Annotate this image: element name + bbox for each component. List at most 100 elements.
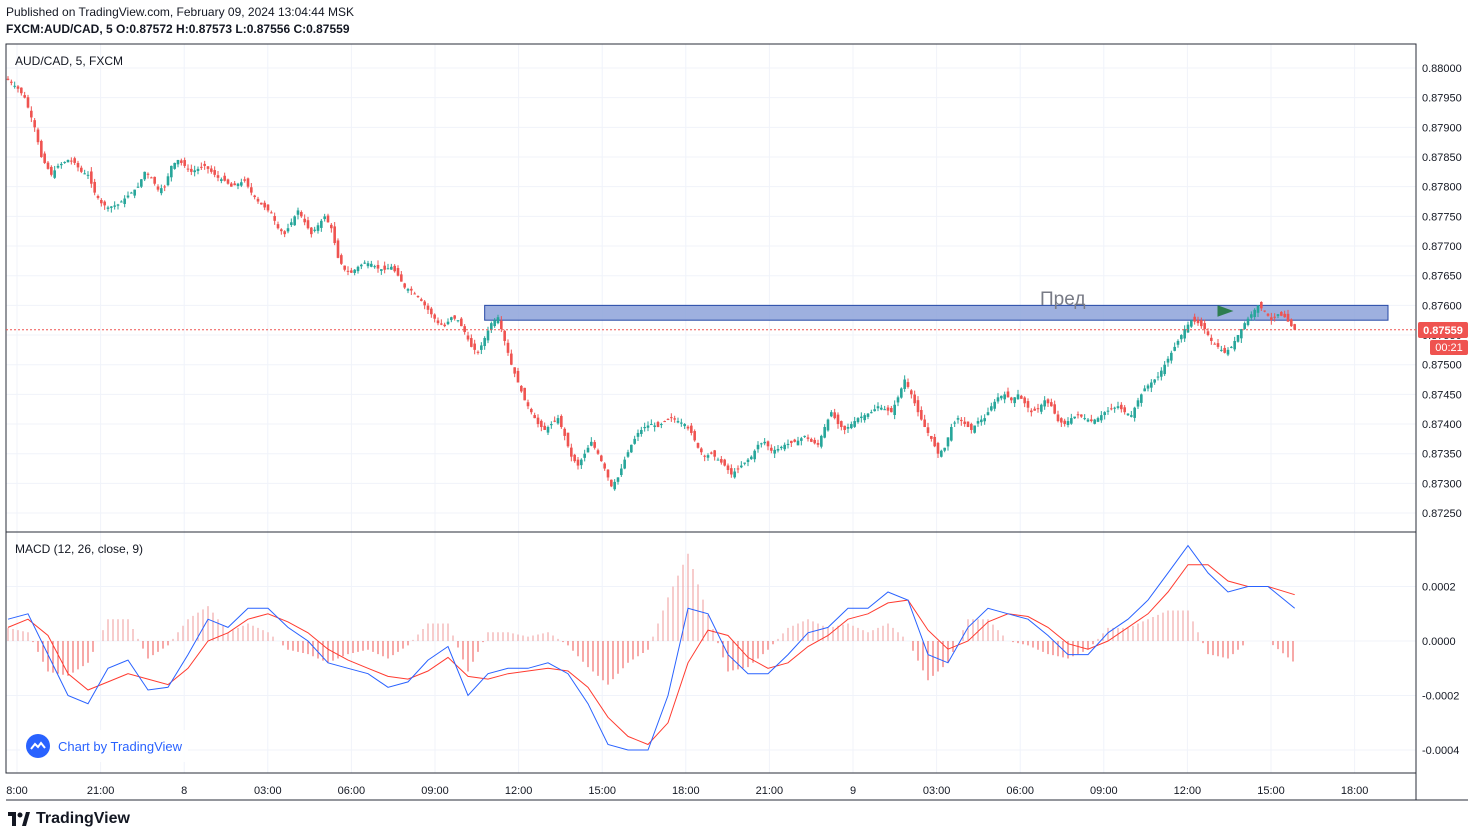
candle-body — [1076, 414, 1080, 416]
chart-canvas[interactable]: AUD/CAD, 5, FXCM MACD (12, 26, close, 9)… — [0, 0, 1474, 838]
candle-body — [910, 390, 913, 395]
candle-body — [810, 438, 813, 442]
candle-body — [1090, 419, 1093, 422]
candle-body — [133, 189, 136, 196]
candle-body — [170, 165, 173, 178]
candle-body — [936, 442, 940, 454]
candle-body — [1210, 337, 1213, 341]
candle-body — [20, 87, 23, 94]
candle-body — [593, 442, 596, 448]
candle-body — [1213, 343, 1216, 345]
candle-body — [1033, 408, 1036, 411]
candle-body — [846, 427, 850, 429]
candle-body — [986, 412, 990, 416]
candle-body — [1216, 343, 1220, 347]
candle-body — [76, 162, 80, 168]
candle-body — [420, 299, 423, 301]
candle-body — [873, 409, 876, 412]
candle-body — [260, 202, 263, 205]
candle-body — [603, 463, 606, 469]
candle-body — [743, 462, 746, 464]
macd-tick-label: 0.0002 — [1422, 582, 1456, 594]
candle-body — [290, 222, 293, 226]
candle-body — [466, 335, 470, 340]
candle-body — [1080, 414, 1083, 417]
candle-body — [786, 443, 790, 446]
price-tick-label: 0.87500 — [1422, 360, 1462, 372]
candle-body — [143, 171, 146, 180]
candle-body — [296, 210, 300, 215]
candle-body — [103, 201, 106, 206]
candle-body — [1093, 419, 1096, 424]
candle-body — [363, 262, 366, 264]
candle-body — [1013, 397, 1016, 404]
candle-body — [1136, 400, 1140, 407]
candle-body — [973, 425, 976, 433]
candle-body — [616, 477, 620, 482]
candle-body — [1193, 316, 1196, 322]
candle-body — [460, 318, 463, 327]
candle-body — [1196, 319, 1200, 324]
candle-body — [33, 120, 36, 128]
candle-body — [1146, 385, 1150, 389]
candle-body — [83, 173, 86, 175]
candle-body — [943, 447, 946, 451]
chart-by-tradingview-badge[interactable]: Chart by TradingView — [20, 730, 189, 762]
candle-body — [1000, 395, 1003, 399]
candle-body — [966, 421, 970, 428]
candle-body — [340, 255, 343, 264]
candle-body — [1010, 397, 1013, 401]
candle-body — [243, 179, 246, 181]
time-tick-label: 09:00 — [1090, 785, 1118, 797]
candle-body — [50, 166, 53, 175]
candle-body — [1273, 316, 1276, 318]
candle-body — [213, 170, 216, 175]
candle-body — [1286, 313, 1290, 322]
zone-rect — [484, 304, 1389, 321]
resistance-zone[interactable] — [484, 304, 1389, 321]
candle-body — [703, 455, 706, 457]
candle-body — [566, 432, 570, 447]
candle-body — [443, 324, 446, 327]
candle-body — [503, 330, 506, 341]
cloud-chart-icon — [26, 734, 50, 758]
candle-body — [550, 424, 553, 426]
candle-body — [313, 229, 316, 231]
candle-body — [780, 446, 783, 449]
candle-body — [670, 417, 673, 419]
candle-body — [350, 270, 353, 273]
candle-body — [976, 421, 980, 424]
candle-body — [203, 163, 206, 166]
tradingview-footer-logo[interactable]: TradingView — [8, 810, 130, 828]
candle-body — [330, 224, 333, 229]
candle-body — [900, 388, 903, 398]
candle-body — [573, 454, 576, 462]
candle-body — [1036, 408, 1040, 410]
candle-body — [300, 212, 303, 217]
candle-body — [273, 216, 276, 221]
candle-body — [1203, 323, 1206, 330]
candle-body — [1256, 305, 1260, 313]
candle-body — [346, 270, 350, 272]
candle-body — [380, 269, 383, 271]
candle-body — [1130, 415, 1133, 417]
candle-body — [310, 227, 313, 235]
candle-body — [763, 441, 766, 444]
candle-body — [843, 425, 846, 430]
candle-body — [1083, 418, 1086, 420]
candle-body — [1023, 397, 1026, 404]
candle-body — [360, 264, 363, 267]
candle-body — [323, 216, 326, 220]
zone-annotation[interactable]: Пред — [1040, 289, 1085, 310]
time-scale-labels: 8:00 21:00 8 03:00 06:00 09:00 12:00 15:00 18:00… — [6, 785, 1368, 797]
candle-body — [263, 202, 266, 208]
candle-body — [1003, 394, 1006, 400]
candle-body — [480, 345, 483, 350]
candle-body — [100, 199, 103, 204]
candle-body — [1096, 418, 1100, 422]
candle-body — [1006, 391, 1010, 398]
macd-histogram — [7, 553, 1294, 685]
candle-body — [1166, 358, 1170, 363]
candle-body — [1190, 320, 1193, 327]
candle-body — [470, 338, 473, 347]
